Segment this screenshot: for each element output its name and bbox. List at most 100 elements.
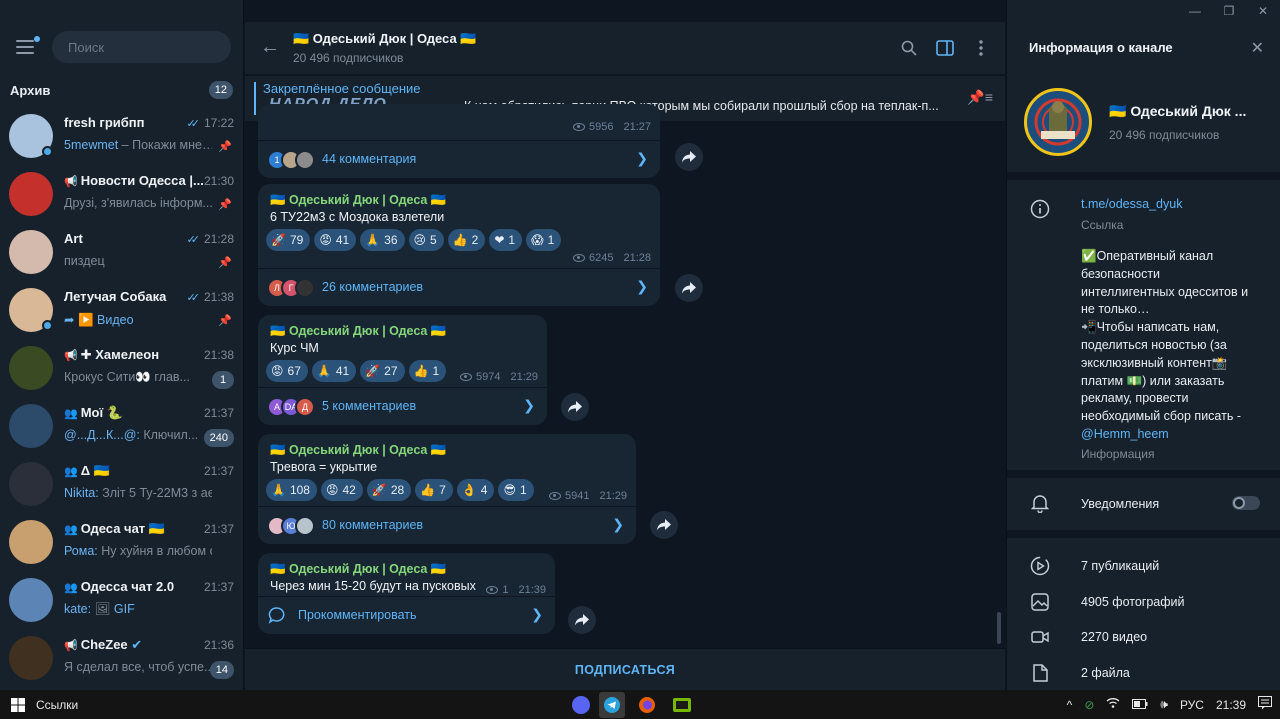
channel-message[interactable]: 🇺🇦 Одеський Дюк | Одеса 🇺🇦 6 ТУ22м3 с Моз… xyxy=(258,184,660,306)
share-icon[interactable] xyxy=(650,511,678,539)
wifi-icon[interactable] xyxy=(1106,697,1120,712)
reaction-chip[interactable]: 🚀 28 xyxy=(366,479,412,501)
reaction-chip[interactable]: 😢 5 xyxy=(408,229,444,251)
share-icon[interactable] xyxy=(675,274,703,302)
commenter-avatar xyxy=(295,516,315,536)
window-controls: — ❐ ✕ xyxy=(1178,0,1280,22)
channel-message[interactable]: 🇺🇦 Одеський Дюк | Одеса 🇺🇦 Тревога = укры… xyxy=(258,434,636,544)
back-arrow-icon[interactable]: ← xyxy=(260,36,280,59)
sidebar-toggle-icon[interactable] xyxy=(935,38,955,58)
chat-item[interactable]: 📢 ✚ Хамелеон 21:38 Крокус Сити👀 глав... 1 xyxy=(0,340,243,398)
share-icon[interactable] xyxy=(561,393,589,421)
notifications-toggle[interactable] xyxy=(1232,496,1260,510)
chat-preview: Друзі, з'явилась інформ... xyxy=(64,196,212,210)
firefox-icon[interactable] xyxy=(634,692,660,718)
stat-posts[interactable]: 7 публикаций xyxy=(1081,559,1159,573)
chat-avatar xyxy=(9,636,53,680)
chat-name: 📢 CheZee ✔ xyxy=(64,637,143,652)
comments-link[interactable]: Ю 80 комментариев ❯ xyxy=(258,506,636,544)
channel-subscribers: 20 496 подписчиков xyxy=(293,51,404,65)
reaction-chip[interactable]: 🚀 27 xyxy=(360,360,405,382)
telegram-icon[interactable] xyxy=(599,691,625,718)
chat-item[interactable]: 👥 Мої 🐍 21:37 @...Д...К...@: Ключил... 240 xyxy=(0,398,243,456)
group-icon: 👥 xyxy=(64,582,78,594)
reaction-chip[interactable]: 😡 42 xyxy=(320,479,363,501)
channel-avatar[interactable] xyxy=(1024,88,1092,156)
chat-time: ✓✓ 21:38 xyxy=(186,290,234,304)
reaction-chip[interactable]: 😎 1 xyxy=(498,479,534,501)
chat-item[interactable]: 👥 Одеса чат 🇺🇦 21:37 Рома: Ну хуйня в любом… xyxy=(0,514,243,572)
info-channel-name: 🇺🇦 Одеський Дюк ... xyxy=(1109,103,1247,119)
reaction-chip[interactable]: 😡 41 xyxy=(314,229,357,251)
pinned-list-icon[interactable]: 📌≡ xyxy=(967,89,993,106)
reaction-chip[interactable]: 😱 1 xyxy=(526,229,562,251)
message-author[interactable]: 🇺🇦 Одеський Дюк | Одеса 🇺🇦 xyxy=(270,562,446,577)
contact-handle-link[interactable]: @Hemm_heem xyxy=(1081,426,1261,444)
chat-item[interactable]: 📢 CheZee ✔ 21:36 Я сделал все, чтоб успе...… xyxy=(0,630,243,688)
more-options-icon[interactable] xyxy=(971,38,991,58)
discord-icon[interactable] xyxy=(572,695,590,714)
archive-row[interactable]: Архив 12 xyxy=(0,72,243,108)
share-icon[interactable] xyxy=(568,606,596,634)
reaction-chip[interactable]: 👍 7 xyxy=(415,479,453,501)
reaction-chip[interactable]: 😡 67 xyxy=(266,360,308,382)
reaction-chip[interactable]: 🙏 108 xyxy=(266,479,317,501)
clock[interactable]: 21:39 xyxy=(1216,698,1246,712)
search-icon[interactable] xyxy=(899,38,919,58)
channel-header[interactable]: ← 🇺🇦 Одеський Дюк | Одеса 🇺🇦 20 496 подп… xyxy=(245,22,1005,74)
chevron-up-icon[interactable]: ^ xyxy=(1067,698,1073,712)
nvidia-icon[interactable] xyxy=(669,692,695,718)
close-icon[interactable]: ✕ xyxy=(1251,38,1264,58)
minimize-icon[interactable]: — xyxy=(1178,0,1212,22)
chat-name: 👥 Одесса чат 2.0 xyxy=(64,579,175,594)
reaction-emoji: 😎 xyxy=(503,483,516,497)
chat-item[interactable]: 👥 Одесса чат 2.0 21:37 kate: 🖼 GIF xyxy=(0,572,243,630)
reaction-chip[interactable]: 🙏 36 xyxy=(360,229,405,251)
windows-start-icon[interactable] xyxy=(0,697,36,712)
notifications-center-icon[interactable] xyxy=(1258,696,1272,713)
comment-button[interactable]: Прокомментировать ❯ xyxy=(258,596,555,634)
channel-link[interactable]: t.me/odessa_dyuk xyxy=(1081,197,1182,211)
reaction-chip[interactable]: 👌 4 xyxy=(456,479,495,501)
video-thumb-icon: ▶️ xyxy=(77,313,97,327)
reaction-chip[interactable]: ❤ 1 xyxy=(489,229,523,251)
language-indicator[interactable]: РУС xyxy=(1180,698,1204,712)
channel-message[interactable]: 🇺🇦 Одеський Дюк | Одеса 🇺🇦 Курс ЧМ 😡 67 🙏 41 🚀… xyxy=(258,315,547,425)
taskbar-links-label[interactable]: Ссылки xyxy=(36,698,78,712)
chat-item[interactable]: 📢 Новости Одесса |... 21:30 Друзі, з'явилас… xyxy=(0,166,243,224)
maximize-icon[interactable]: ❐ xyxy=(1212,0,1246,22)
volume-icon[interactable]: 🕪 xyxy=(1160,697,1168,712)
close-window-icon[interactable]: ✕ xyxy=(1246,0,1280,22)
info-subscribers: 20 496 подписчиков xyxy=(1109,128,1220,142)
chevron-right-icon: ❯ xyxy=(636,150,648,166)
channel-message[interactable]: 5956 21:27 1 44 комментария ❯ xyxy=(258,104,660,178)
comments-link[interactable]: 1 44 комментария ❯ xyxy=(258,140,660,178)
hamburger-menu-icon[interactable] xyxy=(16,36,40,56)
message-author[interactable]: 🇺🇦 Одеський Дюк | Одеса 🇺🇦 xyxy=(270,324,446,339)
comments-link[interactable]: А DA Д 5 комментариев ❯ xyxy=(258,387,547,425)
chat-item[interactable]: fresh грибпп ✓✓ 17:22 5mewmet – Покажи мне…… xyxy=(0,108,243,166)
chat-item[interactable]: Art ✓✓ 21:28 пиздец 📌 xyxy=(0,224,243,282)
stat-files[interactable]: 2 файла xyxy=(1081,666,1130,680)
share-icon[interactable] xyxy=(675,143,703,171)
chat-item[interactable]: Летучая Собака ✓✓ 21:38 ➦ ▶️ Видео 📌 xyxy=(0,282,243,340)
battery-icon[interactable] xyxy=(1132,698,1148,712)
stat-videos[interactable]: 2270 видео xyxy=(1081,630,1147,644)
reaction-chip[interactable]: 🚀 79 xyxy=(266,229,311,251)
channel-message[interactable]: 🇺🇦 Одеський Дюк | Одеса 🇺🇦 Через мин 15-2… xyxy=(258,553,555,634)
message-author[interactable]: 🇺🇦 Одеський Дюк | Одеса 🇺🇦 xyxy=(270,443,446,458)
chat-item[interactable]: 👥Δ 🇺🇦 21:37 Nikita: Зліт 5 Ту-22М3 з ае. "… xyxy=(0,456,243,514)
reaction-chip[interactable]: 🙏 41 xyxy=(311,360,357,382)
message-author[interactable]: 🇺🇦 Одеський Дюк | Одеса 🇺🇦 xyxy=(270,193,446,208)
channel-icon: 📢 xyxy=(64,176,78,188)
scrollbar[interactable] xyxy=(997,612,1001,644)
stat-photos[interactable]: 4905 фотографий xyxy=(1081,595,1185,609)
status-circle-icon[interactable]: ⊘ xyxy=(1084,698,1094,712)
chat-avatar xyxy=(9,462,53,506)
pin-icon: 📌 xyxy=(218,315,232,327)
reaction-chip[interactable]: 👍 1 xyxy=(408,360,447,382)
reaction-chip[interactable]: 👍 2 xyxy=(447,229,486,251)
comments-link[interactable]: Л Г 26 комментариев ❯ xyxy=(258,268,660,306)
search-input[interactable]: Поиск xyxy=(52,31,231,63)
subscribe-button[interactable]: ПОДПИСАТЬСЯ xyxy=(245,648,1005,690)
